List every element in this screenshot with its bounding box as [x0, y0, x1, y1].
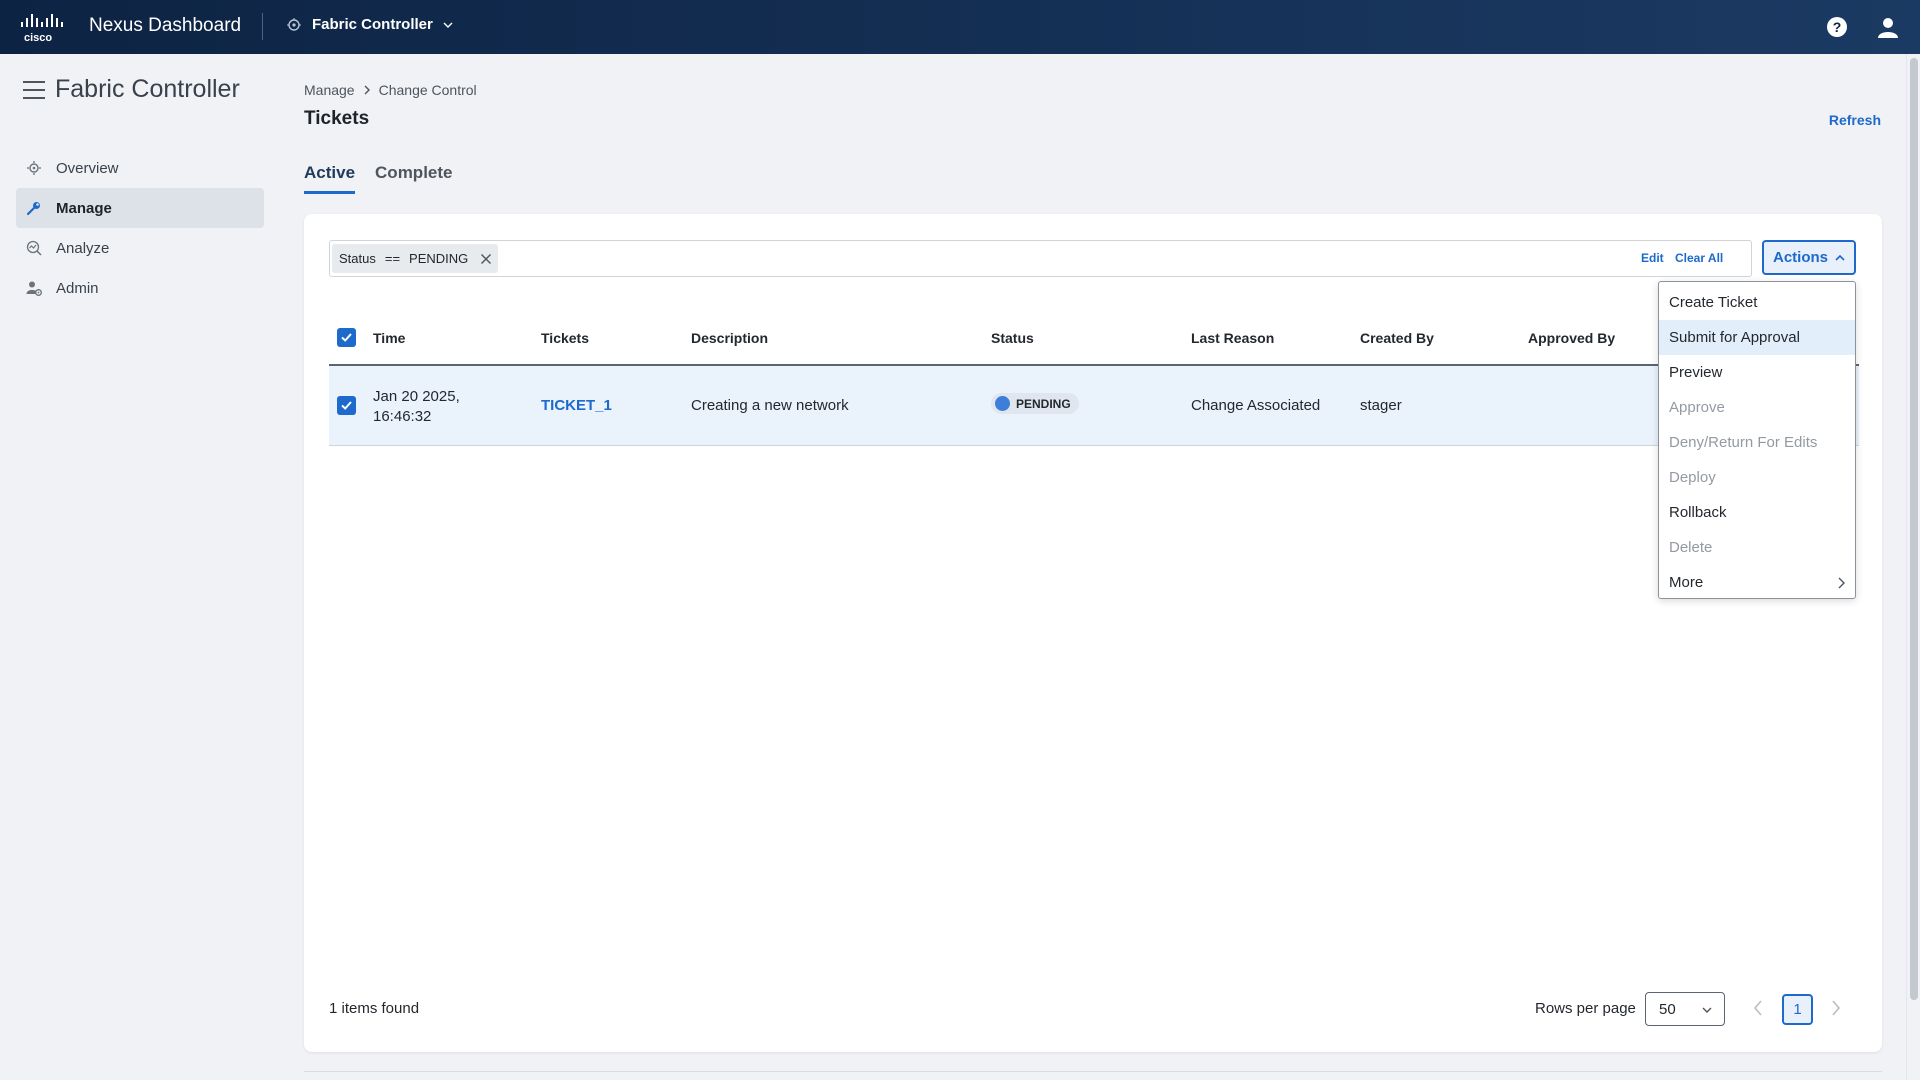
actions-menu: Create Ticket Submit for Approval Previe…	[1658, 281, 1856, 599]
select-all-checkbox[interactable]	[337, 328, 356, 347]
time-clock: 16:46:32	[373, 408, 432, 425]
manage-icon	[26, 202, 40, 216]
menu-item-more-label: More	[1669, 574, 1704, 591]
cell-status: PENDING	[991, 393, 1079, 415]
actions-button[interactable]: Actions	[1762, 240, 1856, 275]
top-bar: cisco Nexus Dashboard Fabric Controller …	[0, 0, 1920, 54]
column-header-description[interactable]: Description	[691, 330, 768, 346]
clear-all-button[interactable]: Clear All	[1675, 251, 1723, 265]
help-icon[interactable]: ?	[1827, 17, 1847, 37]
chevron-down-icon	[1702, 1007, 1712, 1013]
chevron-up-icon	[1835, 254, 1845, 261]
sidebar-item-manage[interactable]: Manage	[16, 188, 264, 228]
sidebar: Fabric Controller Overview Manage Analyz…	[0, 54, 280, 1080]
svg-text:?: ?	[1833, 19, 1842, 35]
admin-icon	[26, 281, 42, 296]
cisco-logo[interactable]: cisco	[20, 12, 70, 44]
status-label: PENDING	[1016, 396, 1071, 411]
analyze-icon	[26, 240, 42, 256]
cell-time: Jan 20 2025, 16:46:32	[373, 387, 460, 427]
fabric-icon	[287, 17, 301, 31]
column-header-tickets[interactable]: Tickets	[541, 330, 589, 346]
menu-item-more[interactable]: More	[1659, 565, 1855, 600]
sidebar-item-analyze[interactable]: Analyze	[16, 228, 264, 268]
chevron-down-icon	[443, 22, 453, 28]
row-checkbox[interactable]	[337, 396, 356, 415]
table-header: Time Tickets Description Status Last Rea…	[329, 310, 1859, 366]
column-header-time[interactable]: Time	[373, 330, 405, 346]
sidebar-item-label: Overview	[56, 159, 119, 177]
sidebar-nav: Overview Manage Analyze Admin	[16, 148, 264, 308]
menu-item-deny-return: Deny/Return For Edits	[1669, 434, 1818, 451]
menu-item-approve: Approve	[1669, 399, 1725, 416]
sidebar-item-label: Analyze	[56, 239, 110, 257]
sidebar-item-label: Admin	[56, 279, 99, 297]
status-badge: PENDING	[991, 393, 1079, 414]
breadcrumb-change-control: Change Control	[378, 82, 477, 98]
cell-last-reason: Change Associated	[1191, 397, 1321, 414]
column-header-created-by[interactable]: Created By	[1360, 330, 1434, 346]
chevron-right-icon	[364, 85, 370, 95]
table-row[interactable]: Jan 20 2025, 16:46:32 TICKET_1 Creating …	[329, 366, 1859, 446]
fabric-controller-switcher[interactable]: Fabric Controller	[286, 16, 453, 33]
footer-divider	[304, 1071, 1882, 1072]
page-scrollbar[interactable]	[1906, 54, 1920, 1080]
menu-item-deploy: Deploy	[1669, 469, 1716, 486]
breadcrumb-manage[interactable]: Manage	[304, 82, 355, 98]
breadcrumb: Manage Change Control	[304, 82, 477, 98]
column-header-approved-by[interactable]: Approved By	[1528, 330, 1615, 346]
fabric-controller-label: Fabric Controller	[312, 16, 433, 33]
hamburger-menu-icon[interactable]	[23, 81, 45, 99]
overview-icon	[27, 161, 41, 175]
next-page-icon[interactable]	[1831, 999, 1841, 1017]
checkmark-icon	[341, 401, 352, 410]
actions-label: Actions	[1772, 249, 1828, 266]
checkmark-icon	[341, 333, 352, 342]
menu-item-create-ticket[interactable]: Create Ticket	[1659, 285, 1855, 320]
status-dot-icon	[995, 396, 1010, 411]
user-icon[interactable]	[1877, 16, 1899, 38]
menu-item-delete: Delete	[1669, 539, 1713, 556]
edit-filter-button[interactable]: Edit	[1641, 251, 1664, 265]
chevron-right-icon	[1838, 577, 1845, 589]
tab-complete[interactable]: Complete	[375, 163, 452, 194]
svg-text:cisco: cisco	[24, 32, 52, 44]
sidebar-item-overview[interactable]: Overview	[16, 148, 264, 188]
sidebar-item-admin[interactable]: Admin	[16, 268, 264, 308]
time-date: Jan 20 2025,	[373, 388, 460, 405]
filter-bar[interactable]: Status == PENDING Edit Clear All	[329, 240, 1752, 277]
rows-per-page-select[interactable]: 50	[1645, 992, 1725, 1026]
tickets-card: Status == PENDING Edit Clear All Actions…	[304, 214, 1882, 1052]
rows-per-page-label: Rows per page	[1535, 1000, 1636, 1017]
ticket-link[interactable]: TICKET_1	[541, 397, 612, 414]
column-header-last-reason[interactable]: Last Reason	[1191, 330, 1274, 346]
menu-item-submit-for-approval[interactable]: Submit for Approval	[1659, 320, 1855, 355]
cell-description: Creating a new network	[691, 397, 849, 414]
filter-chip[interactable]: Status == PENDING	[332, 244, 499, 273]
refresh-button[interactable]: Refresh	[1829, 112, 1881, 128]
close-icon[interactable]	[480, 253, 492, 265]
tab-active[interactable]: Active	[304, 163, 356, 194]
items-found-count: 1 items found	[329, 1000, 420, 1017]
rows-per-page-value: 50	[1659, 1000, 1676, 1018]
column-header-status[interactable]: Status	[991, 330, 1034, 346]
cell-created-by: stager	[1360, 397, 1402, 414]
page-title: Tickets	[304, 108, 370, 129]
previous-page-icon[interactable]	[1753, 999, 1763, 1017]
filter-field: Status	[339, 251, 376, 266]
menu-item-preview[interactable]: Preview	[1659, 355, 1855, 390]
filter-value: PENDING	[409, 251, 469, 266]
page-number-button[interactable]: 1	[1782, 994, 1813, 1025]
sidebar-item-label: Manage	[56, 199, 112, 217]
filter-operator: ==	[384, 251, 401, 266]
menu-item-rollback[interactable]: Rollback	[1659, 495, 1855, 530]
scrollbar-thumb[interactable]	[1910, 58, 1918, 1000]
app-title: Nexus Dashboard	[89, 15, 242, 36]
tabs: Active Complete	[304, 163, 453, 194]
sidebar-title: Fabric Controller	[55, 75, 240, 103]
header-divider	[262, 13, 263, 40]
